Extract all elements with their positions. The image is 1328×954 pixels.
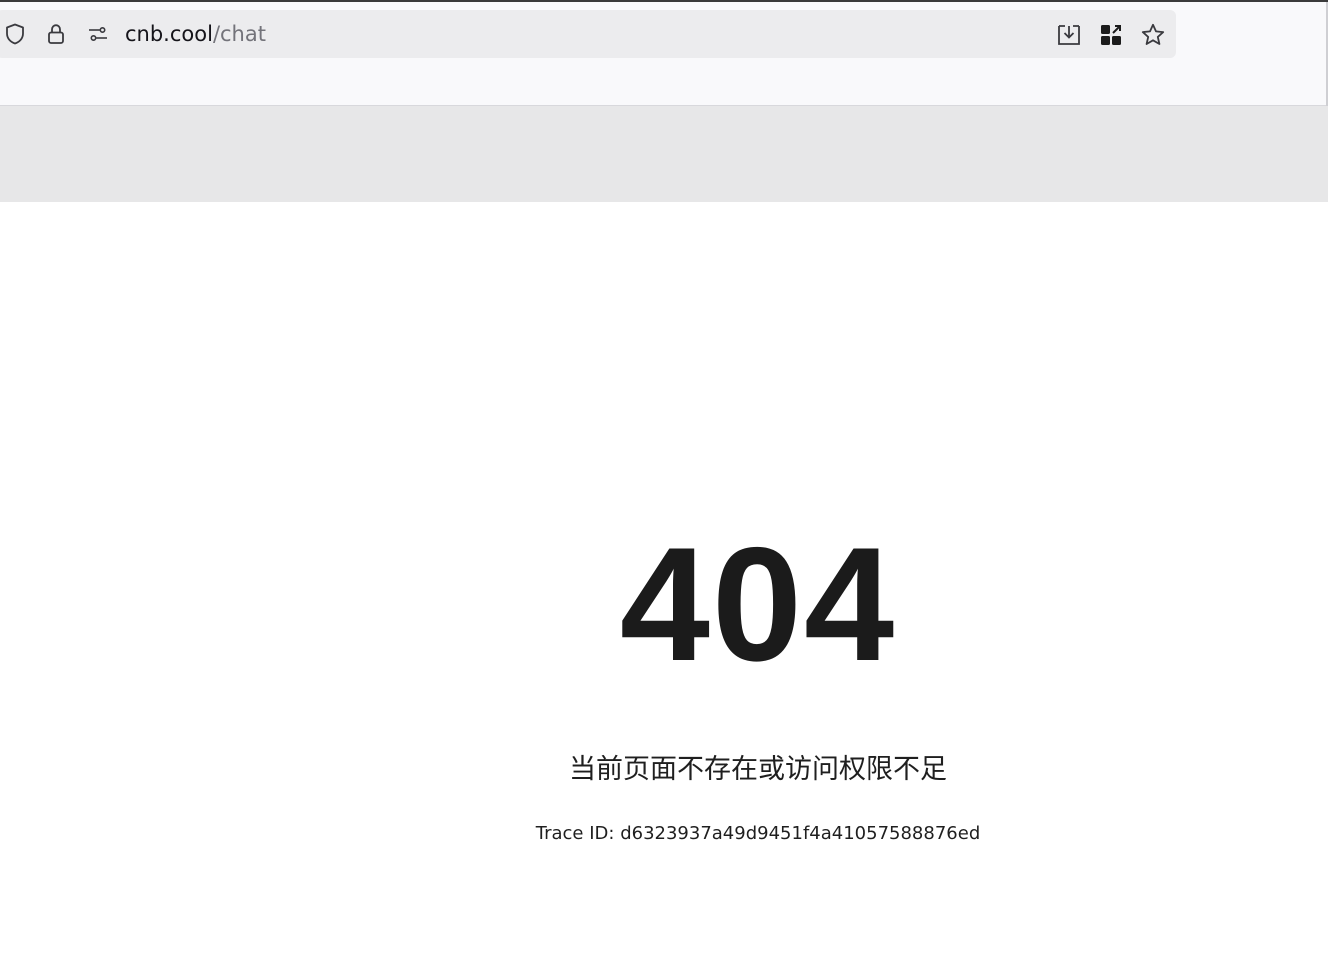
- browser-toolbar: cnb.cool/chat: [0, 0, 1328, 108]
- page-header-bar: [0, 106, 1328, 202]
- trace-label: Trace ID:: [535, 823, 621, 844]
- trace-value: d6323937a49d9451f4a41057588876ed: [620, 823, 981, 844]
- url-path: /chat: [212, 22, 266, 46]
- permissions-icon[interactable]: [86, 22, 110, 46]
- lock-icon[interactable]: [44, 22, 68, 46]
- address-bar[interactable]: cnb.cool/chat: [0, 10, 1176, 58]
- error-message: 当前页面不存在或访问权限不足: [569, 754, 947, 785]
- extensions-icon[interactable]: [1098, 22, 1124, 48]
- error-page: 404 当前页面不存在或访问权限不足 Trace ID: d6323937a49…: [0, 202, 1328, 954]
- star-icon[interactable]: [1140, 22, 1166, 48]
- shield-icon[interactable]: [3, 22, 27, 46]
- trace-id: Trace ID: d6323937a49d9451f4a41057588876…: [458, 822, 1058, 846]
- url-text[interactable]: cnb.cool/chat: [125, 20, 266, 48]
- error-code: 404: [619, 514, 897, 695]
- url-host: cnb.cool: [125, 22, 213, 46]
- download-icon[interactable]: [1056, 22, 1082, 48]
